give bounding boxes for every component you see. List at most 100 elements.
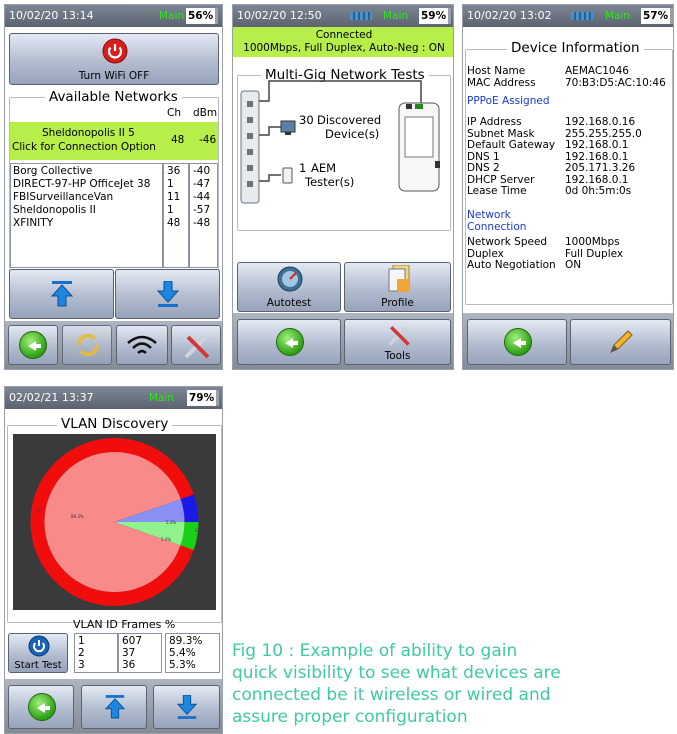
topology-diagram — [240, 80, 440, 204]
scroll-top-button[interactable] — [81, 685, 147, 729]
arrow-up-bar-icon — [104, 695, 126, 719]
network-ch: 11 — [167, 191, 181, 203]
info-key: Subnet Mask — [467, 127, 535, 140]
wifi-scan-button[interactable] — [116, 325, 168, 365]
vlan-title: VLAN Discovery — [57, 416, 173, 432]
col-ch-header: Ch — [167, 107, 181, 119]
selected-network-ch: 48 — [171, 134, 185, 146]
info-key: Default Gateway — [467, 139, 556, 151]
battery-level: 56% — [186, 8, 219, 24]
back-button[interactable] — [237, 319, 341, 365]
arrow-up-bar-icon — [50, 281, 74, 307]
info-value: ON — [565, 259, 582, 271]
vlan-percent: 89.3% — [169, 635, 203, 647]
refresh-icon — [77, 333, 99, 357]
vlan-percent: 5.3% — [169, 659, 196, 671]
info-key: Lease Time — [467, 185, 527, 197]
status-time: 10/02/20 12:50 — [237, 9, 322, 22]
battery-level: 59% — [419, 8, 452, 24]
wifi-screen: 10/02/20 13:14 Main 56% Turn WiFi OFF Av… — [4, 4, 223, 370]
wifi-off-button[interactable]: Turn WiFi OFF — [9, 33, 219, 85]
vlan-frames: 607 — [122, 635, 143, 647]
vlan-id: 3 — [78, 659, 85, 671]
network-name[interactable]: DIRECT-97-HP OfficeJet 38 — [13, 178, 150, 190]
info-key: Network Speed — [467, 236, 548, 248]
caption-line-4: assure proper configuration — [232, 707, 468, 727]
network-connection-link[interactable]: Network — [467, 209, 511, 221]
info-row: Subnet Mask 255.255.255.0 — [467, 128, 642, 140]
pppoe-assigned-link[interactable]: PPPoE Assigned — [467, 95, 550, 107]
vlan-id: 2 — [78, 647, 85, 659]
info-key: MAC Address — [467, 76, 536, 89]
pie-label-53: 5.3% — [166, 520, 176, 525]
vlan-screen: 02/02/21 13:37 Main 79% VLAN Discovery 8… — [4, 386, 223, 734]
info-key: IP Address — [467, 116, 522, 128]
discovered-label-2: Device(s) — [325, 127, 380, 141]
caption-line-3: connected be it wireless or wired and — [232, 685, 551, 705]
connection-banner: Connected 1000Mbps, Full Duplex, Auto-Ne… — [233, 27, 453, 57]
network-ch: 36 — [167, 165, 181, 177]
network-dbm: -47 — [193, 178, 211, 190]
tools-button[interactable] — [171, 325, 221, 365]
arrow-down-bar-icon — [156, 281, 180, 307]
tools-button[interactable]: Tools — [344, 319, 451, 365]
back-arrow-icon — [28, 693, 56, 721]
back-button[interactable] — [8, 685, 74, 729]
discovered-label: Discovered — [317, 113, 382, 127]
status-bar: 10/02/20 12:50 Main 59% — [233, 5, 453, 27]
network-ch: 48 — [167, 217, 181, 229]
start-test-button[interactable]: Start Test — [8, 633, 68, 673]
info-key: DNS 2 — [467, 162, 500, 174]
selected-network[interactable]: Sheldonopolis II 5 Click for Connection … — [10, 122, 218, 160]
vlan-percent: 5.4% — [169, 647, 196, 659]
back-button[interactable] — [8, 325, 58, 365]
tester-label-2: Tester(s) — [305, 175, 355, 189]
network-dbm: -48 — [193, 217, 211, 229]
discovered-count: 30 — [299, 113, 314, 127]
networks-title: Available Networks — [45, 89, 182, 105]
col-dbm-header: dBm — [193, 107, 218, 119]
info-row: Network Speed 1000Mbps — [467, 236, 620, 248]
status-time: 10/02/20 13:02 — [467, 9, 552, 22]
caption-line-2: quick visibility to see what devices are — [232, 663, 561, 683]
bottom-toolbar — [463, 313, 673, 369]
back-arrow-icon — [276, 328, 304, 356]
scroll-top-button[interactable] — [9, 269, 114, 319]
status-mode: Main — [149, 392, 175, 404]
info-row: IP Address 192.168.0.16 — [467, 116, 635, 128]
selected-network-name: Sheldonopolis II 5 — [42, 127, 135, 139]
power-icon — [28, 635, 50, 657]
info-value: 192.168.0.1 — [565, 139, 629, 151]
scroll-down-button[interactable] — [115, 269, 220, 319]
info-value: Full Duplex — [565, 247, 624, 260]
edit-button[interactable] — [570, 319, 671, 365]
info-row: Default Gateway 192.168.0.1 — [467, 139, 628, 151]
selected-network-hint: Click for Connection Option — [12, 141, 156, 153]
scroll-down-button[interactable] — [153, 685, 220, 729]
profile-button[interactable]: Profile — [344, 262, 451, 312]
network-connection-link-2[interactable]: Connection — [467, 221, 526, 233]
autotest-button[interactable]: Autotest — [237, 262, 341, 312]
connected-detail: 1000Mbps, Full Duplex, Auto-Neg : ON — [243, 42, 445, 54]
status-bar: 10/02/20 13:02 Main 57% — [463, 5, 673, 27]
info-row: Host Name AEMAC1046 — [467, 65, 629, 77]
info-value: 192.168.0.16 — [565, 116, 636, 128]
multigig-screen: 10/02/20 12:50 Main 59% Connected 1000Mb… — [232, 4, 454, 370]
bottom-toolbar: Tools — [233, 313, 453, 369]
tools-icon — [388, 325, 410, 346]
info-row: DNS 2 205.171.3.26 — [467, 162, 635, 174]
network-name[interactable]: Borg Collective — [13, 165, 92, 177]
figure-caption: Fig 10 : Example of ability to gain quic… — [232, 640, 672, 728]
document-icon — [388, 265, 410, 292]
connected-title: Connected — [315, 29, 373, 41]
info-key: Duplex — [467, 247, 504, 260]
tester-label: AEM — [311, 161, 337, 175]
network-name[interactable]: FBISurveillanceVan — [13, 191, 113, 203]
selected-network-dbm: -46 — [199, 134, 217, 146]
info-row: Lease Time 0d 0h:5m:0s — [467, 185, 631, 197]
back-button[interactable] — [467, 319, 567, 365]
network-name[interactable]: XFINITY — [13, 217, 53, 229]
network-name[interactable]: Sheldonopolis II — [13, 204, 96, 216]
refresh-button[interactable] — [62, 325, 112, 365]
start-test-label: Start Test — [14, 660, 62, 671]
